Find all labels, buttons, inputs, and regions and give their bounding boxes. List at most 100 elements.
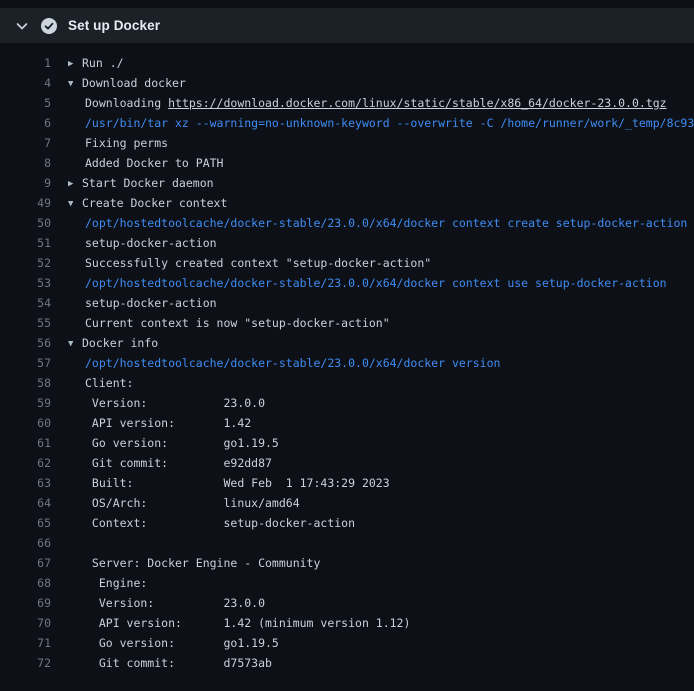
line-number[interactable]: 71 <box>0 633 51 653</box>
line-number[interactable]: 59 <box>0 393 51 413</box>
log-line-content: Client: <box>68 373 133 393</box>
line-number[interactable]: 5 <box>0 93 51 113</box>
log-row: 67 Server: Docker Engine - Community <box>0 553 694 573</box>
line-number[interactable]: 67 <box>0 553 51 573</box>
line-number[interactable]: 6 <box>0 113 51 133</box>
log-lines: 1▶Run ./4▼Download docker5Downloading ht… <box>0 53 694 673</box>
log-line-content: setup-docker-action <box>68 233 217 253</box>
log-row: 8 Added Docker to PATH <box>0 153 694 173</box>
line-number[interactable]: 54 <box>0 293 51 313</box>
log-group-content: ▼Download docker <box>68 73 186 93</box>
log-row: 65 Context: setup-docker-action <box>0 513 694 533</box>
log-row: 53/opt/hostedtoolcache/docker-stable/23.… <box>0 273 694 293</box>
download-url-link[interactable]: https://download.docker.com/linux/static… <box>168 96 667 110</box>
line-number[interactable]: 9 <box>0 173 51 193</box>
line-number[interactable]: 63 <box>0 473 51 493</box>
triangle-down-icon[interactable]: ▼ <box>68 194 82 213</box>
line-number[interactable]: 52 <box>0 253 51 273</box>
log-row: 63 Built: Wed Feb 1 17:43:29 2023 <box>0 473 694 493</box>
line-number[interactable]: 72 <box>0 653 51 673</box>
log-line-content: API version: 1.42 <box>68 413 251 433</box>
log-group-row[interactable]: 1 ▶Run ./ <box>0 53 694 73</box>
log-line-content: setup-docker-action <box>68 293 217 313</box>
log-row: 57/opt/hostedtoolcache/docker-stable/23.… <box>0 353 694 373</box>
line-number[interactable]: 8 <box>0 153 51 173</box>
line-number[interactable]: 65 <box>0 513 51 533</box>
log-line-content: Added Docker to PATH <box>68 153 223 173</box>
log-group-content: ▼Docker info <box>68 333 158 353</box>
log-row: 70 API version: 1.42 (minimum version 1.… <box>0 613 694 633</box>
triangle-right-icon[interactable]: ▶ <box>68 54 82 73</box>
log-line-content: Version: 23.0.0 <box>68 393 265 413</box>
line-number[interactable]: 68 <box>0 573 51 593</box>
log-row: 64 OS/Arch: linux/amd64 <box>0 493 694 513</box>
log-line-content: Git commit: e92dd87 <box>68 453 272 473</box>
log-row: 58 Client: <box>0 373 694 393</box>
log-group-content: ▶Run ./ <box>68 53 124 73</box>
line-number[interactable]: 64 <box>0 493 51 513</box>
log-line-content: Go version: go1.19.5 <box>68 633 279 653</box>
log-line-content: Go version: go1.19.5 <box>68 433 279 453</box>
log-group-row[interactable]: 56 ▼Docker info <box>0 333 694 353</box>
line-number[interactable]: 55 <box>0 313 51 333</box>
log-line-content: Engine: <box>68 573 147 593</box>
line-number[interactable]: 62 <box>0 453 51 473</box>
step-header[interactable]: Set up Docker <box>0 8 694 43</box>
log-line-content: OS/Arch: linux/amd64 <box>68 493 300 513</box>
log-row: 6/usr/bin/tar xz --warning=no-unknown-ke… <box>0 113 694 133</box>
line-number[interactable]: 61 <box>0 433 51 453</box>
line-number[interactable]: 70 <box>0 613 51 633</box>
line-number[interactable]: 50 <box>0 213 51 233</box>
line-number[interactable]: 57 <box>0 353 51 373</box>
triangle-right-icon[interactable]: ▶ <box>68 174 82 193</box>
log-line-content <box>68 533 85 553</box>
log-row: 68 Engine: <box>0 573 694 593</box>
line-number[interactable]: 69 <box>0 593 51 613</box>
log-line-content: Downloading https://download.docker.com/… <box>68 93 667 113</box>
log-row: 60 API version: 1.42 <box>0 413 694 433</box>
log-command-content: /opt/hostedtoolcache/docker-stable/23.0.… <box>68 273 667 293</box>
log-group-row[interactable]: 9 ▶Start Docker daemon <box>0 173 694 193</box>
line-number[interactable]: 66 <box>0 533 51 553</box>
line-number[interactable]: 49 <box>0 193 51 213</box>
log-group-row[interactable]: 4 ▼Download docker <box>0 73 694 93</box>
log-row: 62 Git commit: e92dd87 <box>0 453 694 473</box>
line-number[interactable]: 58 <box>0 373 51 393</box>
log-row: 7Fixing perms <box>0 133 694 153</box>
triangle-down-icon[interactable]: ▼ <box>68 334 82 353</box>
group-title: Download docker <box>82 76 186 90</box>
log-text: Downloading <box>85 96 168 110</box>
triangle-down-icon[interactable]: ▼ <box>68 74 82 93</box>
log-command-content: /usr/bin/tar xz --warning=no-unknown-key… <box>68 113 694 133</box>
log-row: 66 <box>0 533 694 553</box>
log-line-content: Built: Wed Feb 1 17:43:29 2023 <box>68 473 390 493</box>
log-line-content: API version: 1.42 (minimum version 1.12) <box>68 613 410 633</box>
log-line-content: Server: Docker Engine - Community <box>68 553 320 573</box>
group-title: Start Docker daemon <box>82 176 214 190</box>
log-row: 54 setup-docker-action <box>0 293 694 313</box>
log-row: 52 Successfully created context "setup-do… <box>0 253 694 273</box>
group-title: Run ./ <box>82 56 124 70</box>
log-line-content: Successfully created context "setup-dock… <box>68 253 431 273</box>
log-group-content: ▼Create Docker context <box>68 193 227 213</box>
log-row: 71 Go version: go1.19.5 <box>0 633 694 653</box>
line-number[interactable]: 7 <box>0 133 51 153</box>
line-number[interactable]: 53 <box>0 273 51 293</box>
line-number[interactable]: 56 <box>0 333 51 353</box>
log-group-content: ▶Start Docker daemon <box>68 173 214 193</box>
line-number[interactable]: 51 <box>0 233 51 253</box>
line-number[interactable]: 1 <box>0 53 51 73</box>
log-line-content: Git commit: d7573ab <box>68 653 272 673</box>
log-row: 50/opt/hostedtoolcache/docker-stable/23.… <box>0 213 694 233</box>
log-command-content: /opt/hostedtoolcache/docker-stable/23.0.… <box>68 213 687 233</box>
line-number[interactable]: 60 <box>0 413 51 433</box>
log-line-content: Current context is now "setup-docker-act… <box>68 313 390 333</box>
log-row: 5 Downloading https://download.docker.com… <box>0 93 694 113</box>
line-number[interactable]: 4 <box>0 73 51 93</box>
log-command-content: /opt/hostedtoolcache/docker-stable/23.0.… <box>68 353 500 373</box>
check-circle-icon <box>41 18 57 34</box>
log-line-content: Context: setup-docker-action <box>68 513 355 533</box>
chevron-down-icon[interactable] <box>14 18 30 34</box>
log-group-row[interactable]: 49 ▼Create Docker context <box>0 193 694 213</box>
log-line-content: Version: 23.0.0 <box>68 593 265 613</box>
